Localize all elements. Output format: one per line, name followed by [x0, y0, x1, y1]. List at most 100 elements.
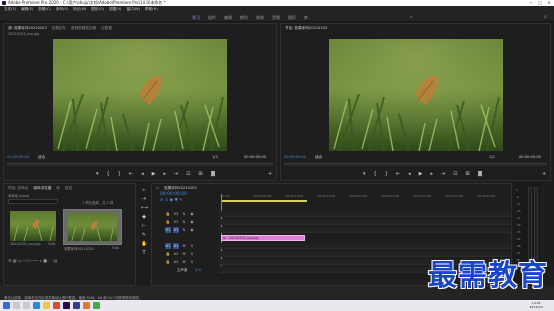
type-tool-icon[interactable]: T — [141, 250, 147, 256]
solo-icon[interactable]: S — [189, 259, 195, 265]
source-patch-a1[interactable]: A1 — [165, 243, 171, 249]
tab-metadata[interactable]: 元数据 — [101, 26, 112, 31]
premiere-taskbar-icon[interactable] — [63, 302, 70, 309]
workspace-tab-effects[interactable]: 效果 — [256, 15, 264, 21]
sync-lock-icon[interactable]: ⇅ — [181, 219, 187, 225]
program-settings-icon[interactable]: + — [542, 170, 546, 178]
menu-file[interactable]: 文件(F) — [4, 7, 16, 12]
lock-icon[interactable]: 🔒 — [165, 219, 171, 225]
track-label-a2[interactable]: A2 — [173, 251, 179, 257]
workspace-tab-color[interactable]: 颜色 — [240, 15, 248, 21]
go-to-in-icon[interactable]: ⇤ — [129, 171, 133, 177]
menu-help[interactable]: 帮助(H) — [145, 7, 158, 12]
track-row-v3[interactable] — [219, 211, 510, 217]
workspace-tab-graphics[interactable]: 图形 — [288, 15, 296, 21]
track-row-v1[interactable] — [219, 227, 510, 233]
mute-icon[interactable]: M — [181, 243, 187, 249]
taskbar-clock[interactable]: 14:25 2021/2/3 — [530, 301, 543, 309]
edge-icon[interactable] — [33, 302, 40, 309]
track-label-v2[interactable]: V2 — [173, 219, 179, 225]
menu-graphics[interactable]: 图形(G) — [91, 7, 104, 12]
pen-tool-icon[interactable]: ✎ — [141, 232, 147, 238]
mark-in-icon[interactable]: { — [374, 171, 377, 177]
selection-tool-icon[interactable]: ▸ — [141, 187, 147, 193]
menu-sequence[interactable]: 序列(S) — [56, 7, 68, 12]
program-resolution-dropdown[interactable]: 1/2 — [489, 155, 495, 162]
hand-tool-icon[interactable]: ✋ — [141, 241, 147, 247]
source-timecode-in[interactable]: 01:00:00:00 — [7, 155, 29, 162]
lock-icon[interactable]: 🔒 — [165, 211, 171, 217]
master-volume-value[interactable]: 0.0 — [193, 267, 203, 273]
search-icon[interactable] — [13, 302, 20, 309]
track-label-v3[interactable]: V3 — [173, 211, 179, 217]
eye-icon[interactable]: ◉ — [189, 227, 195, 233]
menu-view[interactable]: 视图(V) — [109, 7, 121, 12]
source-scrub-bar[interactable] — [7, 163, 273, 166]
lock-icon[interactable]: 🔒 — [165, 259, 171, 265]
extract-icon[interactable]: ⊞ — [465, 171, 469, 177]
lift-icon[interactable]: ⊡ — [453, 171, 457, 177]
mark-in-icon[interactable]: { — [107, 171, 110, 177]
workspace-tab-audio[interactable]: 音频 — [272, 15, 280, 21]
eye-icon[interactable]: ◉ — [189, 219, 195, 225]
source-resolution-dropdown[interactable]: 1/2 — [212, 155, 218, 162]
track-label-a1[interactable]: A1 — [173, 243, 179, 249]
tab-effect-controls[interactable]: 效果控件 — [52, 26, 66, 31]
step-back-icon[interactable]: ◂ — [141, 171, 144, 177]
timeline-clip[interactable]: fx 20210203_xxx.jpg — [221, 235, 305, 241]
windows-start-icon[interactable] — [3, 302, 10, 309]
lock-icon[interactable]: 🔒 — [165, 251, 171, 257]
app-icon[interactable] — [93, 302, 100, 309]
tab-info[interactable]: 信息 — [65, 186, 72, 191]
workspace-tab-libraries[interactable]: 库 — [304, 15, 308, 21]
project-item-thumb-selected[interactable] — [63, 209, 122, 245]
mute-icon[interactable]: M — [181, 251, 187, 257]
export-frame-icon[interactable]: ◙ — [478, 171, 483, 177]
play-icon[interactable]: ▶ — [152, 171, 156, 177]
source-video-frame[interactable] — [53, 39, 227, 151]
tab-source[interactable]: 源: 效果序列20210203 — [8, 26, 47, 31]
tab-media-browser[interactable]: 媒体浏览器 — [33, 186, 51, 191]
tab-audio-clip-mixer[interactable]: 音频剪辑混合器 — [71, 26, 96, 31]
tab-program[interactable]: 节目: 效果序列20210203 — [285, 26, 327, 31]
track-label-v1[interactable]: V1 — [173, 227, 179, 233]
project-search-input[interactable] — [8, 199, 58, 204]
slip-tool-icon[interactable]: ⊢ — [141, 223, 147, 229]
work-area-bar[interactable] — [221, 200, 307, 202]
program-scrub-bar[interactable] — [284, 163, 547, 166]
timeline-snap-icon[interactable]: ⋔ ∩ ◆ ▼ ✎ — [160, 198, 183, 203]
insert-icon[interactable]: ⊡ — [186, 171, 190, 177]
razor-tool-icon[interactable]: ◆ — [141, 214, 147, 220]
app-icon[interactable] — [53, 302, 60, 309]
mark-out-icon[interactable]: } — [385, 171, 388, 177]
sync-lock-icon[interactable]: ⇅ — [181, 227, 187, 233]
track-select-tool-icon[interactable]: ⇥ — [141, 196, 147, 202]
overwrite-icon[interactable]: ⊞ — [198, 171, 202, 177]
go-to-out-icon[interactable]: ⇥ — [174, 171, 178, 177]
solo-icon[interactable]: S — [189, 251, 195, 257]
go-to-in-icon[interactable]: ⇤ — [396, 171, 400, 177]
timeline-sequence-tab[interactable]: 效果序列20210203 — [164, 186, 197, 191]
track-label-a3[interactable]: A3 — [173, 259, 179, 265]
tab-libraries[interactable]: 库 — [56, 186, 60, 191]
step-forward-icon[interactable]: ▸ — [430, 171, 433, 177]
project-item-thumb[interactable] — [10, 211, 56, 241]
app-icon[interactable] — [83, 302, 90, 309]
source-settings-icon[interactable]: + — [268, 170, 272, 178]
tab-project[interactable]: 项目: 未命名 — [8, 186, 28, 191]
program-video-frame[interactable] — [329, 39, 503, 151]
go-to-out-icon[interactable]: ⇥ — [441, 171, 445, 177]
task-view-icon[interactable] — [23, 302, 30, 309]
play-icon[interactable]: ▶ — [419, 171, 423, 177]
sync-lock-icon[interactable]: ⇅ — [181, 211, 187, 217]
menu-window[interactable]: 窗口(W) — [126, 7, 140, 12]
source-patch-v1[interactable]: V1 — [165, 227, 171, 233]
ripple-edit-tool-icon[interactable]: ⟷ — [141, 205, 148, 211]
list-view-icon[interactable]: ☰ ▦ ▭ ─○──── ⌕ ■ 🗀 ▤ — [8, 258, 57, 265]
mute-icon[interactable]: M — [181, 259, 187, 265]
workspace-more-button[interactable]: » — [410, 14, 412, 19]
program-timecode-in[interactable]: 00:00:00:00 — [284, 155, 306, 162]
track-row-a2[interactable] — [219, 251, 510, 257]
menu-marker[interactable]: 标记(M) — [73, 7, 86, 12]
file-explorer-icon[interactable] — [43, 302, 50, 309]
